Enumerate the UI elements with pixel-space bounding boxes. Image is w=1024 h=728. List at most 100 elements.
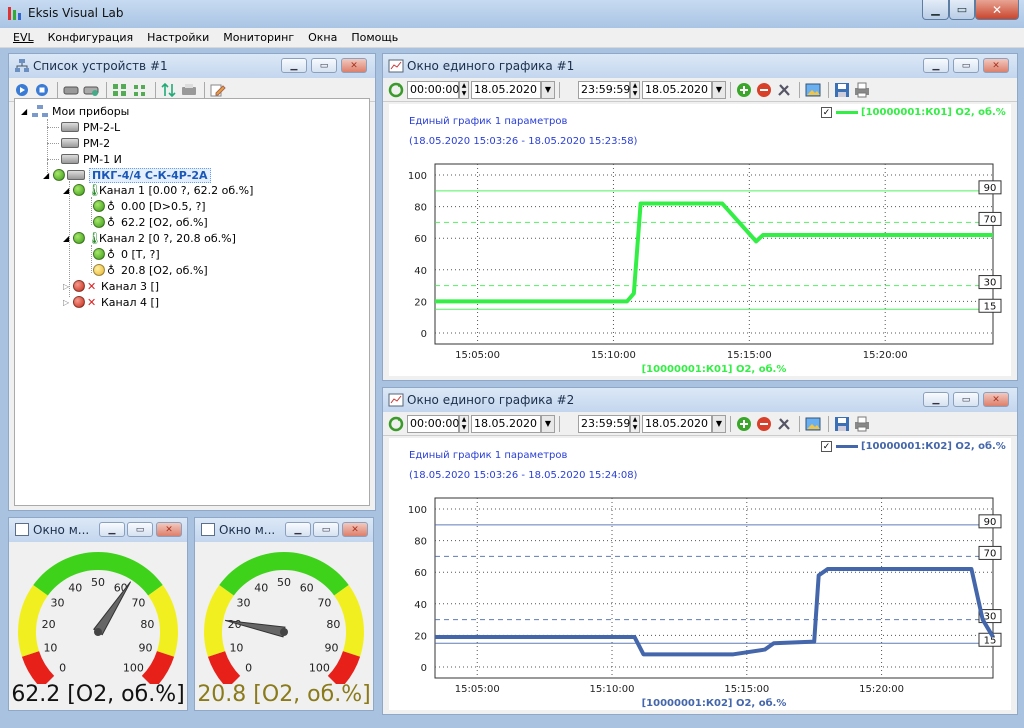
date-to-input[interactable]: 18.05.2020 [642, 80, 712, 99]
app-icon [8, 7, 21, 20]
sort-button[interactable] [160, 81, 178, 99]
legend-checkbox[interactable]: ✓ [821, 107, 832, 118]
time-from-spinner[interactable]: ▲ ▼ [459, 80, 469, 99]
tree-node-channel[interactable]: ◢ 🌡 Канал 1 [0.00 ?, 62.2 об.%] [63, 182, 253, 198]
close-button[interactable]: ✕ [975, 0, 1019, 20]
menu-help[interactable]: Помощь [344, 31, 405, 44]
error-cross-icon: ✕ [87, 295, 97, 309]
time-from-input[interactable]: 00:00:00 [407, 80, 459, 99]
date-to-dropdown[interactable]: ▼ [712, 414, 726, 433]
tools-button[interactable] [775, 415, 793, 433]
maximize-button[interactable]: ▭ [949, 0, 975, 20]
tree-node-root[interactable]: ◢ Мои приборы [21, 103, 129, 119]
chart-2-close-button[interactable]: ✕ [983, 392, 1009, 407]
tree-node-device[interactable]: РМ-1 И [61, 151, 122, 167]
collapse-arrow-icon: ◢ [43, 170, 50, 180]
chart-2-maximize-button[interactable]: ▭ [953, 392, 979, 407]
time-to-spinner[interactable]: ▲ ▼ [630, 414, 640, 433]
tree-node-channel[interactable]: ▷ ✕ Канал 4 [] [63, 294, 159, 310]
chart-1-maximize-button[interactable]: ▭ [953, 58, 979, 73]
edit-button[interactable] [209, 81, 227, 99]
date-from-dropdown[interactable]: ▼ [541, 414, 555, 433]
x-axis-label: [10000001:К01] O2, об.% [642, 363, 787, 375]
date-from-input[interactable]: 18.05.2020 [471, 414, 541, 433]
image-button[interactable] [804, 415, 822, 433]
tree-node-device[interactable]: РМ-2-L [61, 119, 120, 135]
menu-windows[interactable]: Окна [301, 31, 344, 44]
error-cross-icon: ✕ [87, 279, 97, 293]
gauge-1-maximize-button[interactable]: ▭ [127, 522, 153, 537]
stop-button[interactable] [33, 81, 51, 99]
gauge-2-minimize-button[interactable]: ▁ [285, 522, 311, 537]
time-from-input[interactable]: 00:00:00 [407, 414, 459, 433]
add-device-button[interactable] [62, 81, 80, 99]
save-button[interactable] [833, 81, 851, 99]
refresh-button[interactable] [387, 415, 405, 433]
device-list-close-button[interactable]: ✕ [341, 58, 367, 73]
date-from-input[interactable]: 18.05.2020 [471, 80, 541, 99]
menu-evl[interactable]: EVL [6, 31, 41, 44]
date-to-input[interactable]: 18.05.2020 [642, 414, 712, 433]
tree-node-sensor[interactable]: ♁ 0 [T, ?] [93, 246, 160, 262]
time-to-spinner[interactable]: ▲ ▼ [630, 80, 640, 99]
save-button[interactable] [833, 415, 851, 433]
tree-node-channel[interactable]: ▷ ✕ Канал 3 [] [63, 278, 159, 294]
x-tick-label: 15:05:00 [455, 350, 500, 361]
tree-node-device[interactable]: РМ-2 [61, 135, 110, 151]
tree-node-sensor[interactable]: ♁ 0.00 [D>0.5, ?] [93, 198, 206, 214]
date-from-dropdown[interactable]: ▼ [541, 80, 555, 99]
spin-down-icon: ▼ [632, 423, 638, 431]
print-button[interactable] [853, 415, 871, 433]
minimize-button[interactable]: ▁ [922, 0, 949, 20]
gauge-tick-label: 100 [123, 661, 144, 674]
collapse-all-button[interactable] [131, 81, 149, 99]
gauge-2-close-button[interactable]: ✕ [342, 522, 368, 537]
remove-parameter-button[interactable] [755, 81, 773, 99]
add-parameter-button[interactable] [735, 415, 753, 433]
print-button[interactable] [853, 81, 871, 99]
device-list-maximize-button[interactable]: ▭ [311, 58, 337, 73]
window-title: Eksis Visual Lab [28, 6, 124, 20]
print-device-button[interactable] [180, 81, 198, 99]
remove-parameter-button[interactable] [755, 415, 773, 433]
date-to-dropdown[interactable]: ▼ [712, 80, 726, 99]
gauge-1-close-button[interactable]: ✕ [156, 522, 182, 537]
device-tree[interactable]: ◢ Мои приборы РМ-2-L РМ-2 РМ-1 И ◢ ПКГ-4… [14, 98, 370, 506]
add-parameter-button[interactable] [735, 81, 753, 99]
y-tick-label: 40 [414, 600, 427, 611]
title-bar: Eksis Visual Lab ▁ ▭ ✕ [0, 0, 1024, 28]
tree-node-sensor[interactable]: ♁ 20.8 [O2, об.%] [93, 262, 208, 278]
plus-circle-icon [737, 416, 751, 431]
tree-node-label: РМ-2-L [83, 120, 121, 134]
gauge-zone [207, 651, 241, 684]
close-icon: ✕ [165, 524, 173, 535]
tree-node-device-selected[interactable]: ◢ ПКГ-4/4 С-К-4Р-2А [43, 167, 211, 183]
chart-1-minimize-button[interactable]: ▁ [923, 58, 949, 73]
play-button[interactable] [13, 81, 31, 99]
tree-node-channel[interactable]: ◢ 🌡 Канал 2 [0 ?, 20.8 об.%] [63, 230, 236, 246]
time-to-input[interactable]: 23:59:59 [578, 80, 630, 99]
gauge-tick-label: 80 [140, 618, 154, 631]
device-list-minimize-button[interactable]: ▁ [281, 58, 307, 73]
menu-configuration[interactable]: Конфигурация [41, 31, 141, 44]
y-tick-label: 60 [414, 234, 427, 245]
image-button[interactable] [804, 81, 822, 99]
time-from-spinner[interactable]: ▲ ▼ [459, 414, 469, 433]
tree-node-sensor[interactable]: ♁ 62.2 [O2, об.%] [93, 214, 208, 230]
legend-checkbox[interactable]: ✓ [821, 441, 832, 452]
time-to-input[interactable]: 23:59:59 [578, 414, 630, 433]
refresh-button[interactable] [387, 81, 405, 99]
expand-all-button[interactable] [111, 81, 129, 99]
status-ok-icon [73, 232, 85, 244]
device-settings-button[interactable] [82, 81, 100, 99]
menu-settings[interactable]: Настройки [140, 31, 216, 44]
y-tick-label: 0 [421, 329, 427, 340]
chart-2-minimize-button[interactable]: ▁ [923, 392, 949, 407]
gauge-2-maximize-button[interactable]: ▭ [313, 522, 339, 537]
chart-1-close-button[interactable]: ✕ [983, 58, 1009, 73]
tools-button[interactable] [775, 81, 793, 99]
gauge-1-value: 62.2 [O2, об.%] [11, 682, 185, 707]
y-tick-label: 80 [414, 203, 427, 214]
gauge-1-minimize-button[interactable]: ▁ [99, 522, 125, 537]
menu-monitoring[interactable]: Мониторинг [216, 31, 301, 44]
